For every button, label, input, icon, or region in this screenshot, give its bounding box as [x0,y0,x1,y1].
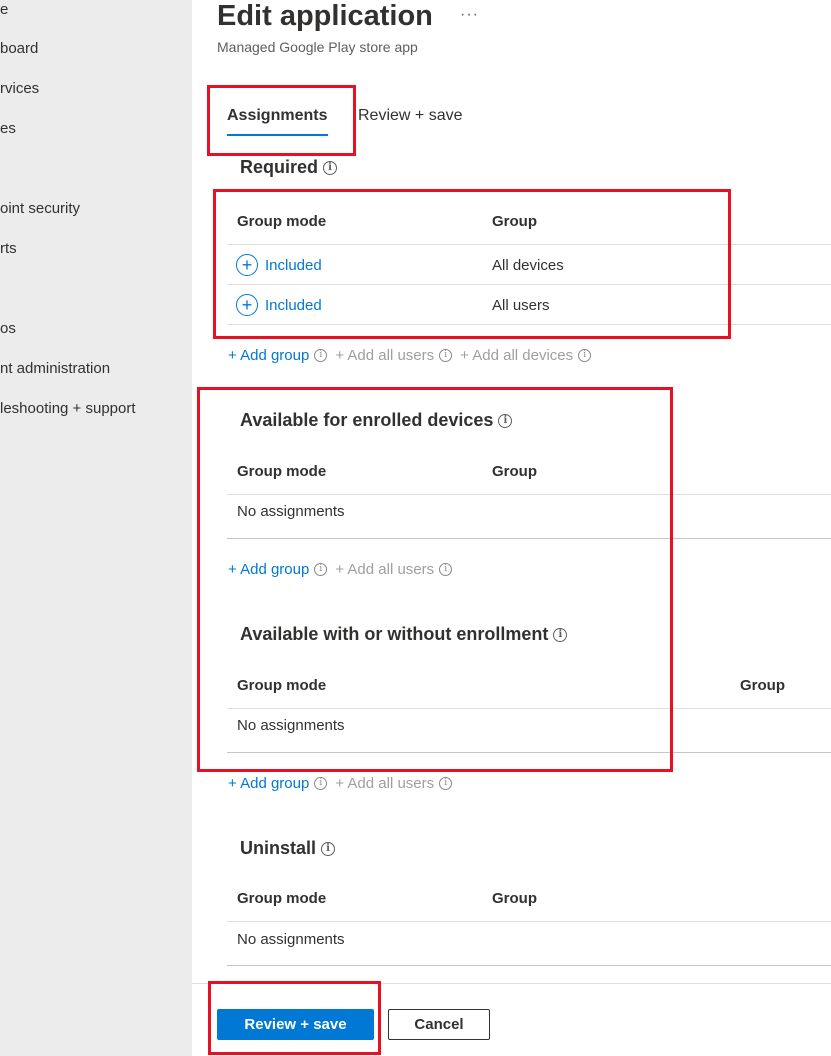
sidebar-item-label: rts [0,240,17,257]
info-icon[interactable]: i [314,349,328,362]
review-save-button[interactable]: Review + save [217,1009,374,1040]
footer-divider [192,983,831,984]
sidebar-item-label: leshooting + support [0,400,136,417]
divider [227,324,831,325]
info-icon[interactable]: i [498,413,513,428]
divider [227,284,831,285]
column-header-group: Group [740,677,785,694]
section-title-uninstall: Uninstall i [240,838,336,859]
sidebar-item-apps[interactable]: os [0,320,16,337]
page-subtitle: Managed Google Play store app [217,39,418,55]
sidebar: e board rvices es oint security rts os n… [0,0,192,1056]
sidebar-item-troubleshooting-support[interactable]: leshooting + support [0,400,136,417]
info-icon[interactable]: i [439,563,453,576]
info-icon[interactable]: i [321,841,336,856]
sidebar-item-devices[interactable]: es [0,120,16,137]
plus-circle-icon: + [236,254,258,276]
tab-assignments[interactable]: Assignments [227,107,327,125]
info-icon[interactable]: i [578,349,592,362]
section-title-text: Available for enrolled devices [240,410,494,430]
info-icon[interactable]: i [314,563,328,576]
info-icon[interactable]: i [439,349,453,362]
section-title-available-any: Available with or without enrollment i [240,624,568,645]
more-options-icon[interactable]: ··· [460,6,479,24]
divider [227,244,831,245]
section-title-text: Required [240,157,319,177]
required-actions: + Add group i + Add all users i + Add al… [228,347,599,364]
sidebar-item-label: rvices [0,80,40,97]
add-all-devices-link[interactable]: + Add all devices [460,347,573,364]
divider [227,538,831,539]
column-header-group-mode: Group mode [237,463,327,480]
section-title-text: Uninstall [240,838,317,858]
empty-state: No assignments [237,931,345,948]
section-title-available-enrolled: Available for enrolled devices i [240,410,513,431]
sidebar-item-all-services[interactable]: rvices [0,80,39,97]
add-group-link[interactable]: + Add group [228,347,309,364]
section-title-required: Required i [240,157,338,178]
add-group-link[interactable]: + Add group [228,775,309,792]
divider [227,752,831,753]
group-mode-included-link[interactable]: + Included [236,254,322,276]
column-header-group-mode: Group mode [237,890,327,907]
cancel-button[interactable]: Cancel [388,1009,490,1040]
column-header-group: Group [492,213,537,230]
divider [227,921,831,922]
plus-circle-icon: + [236,294,258,316]
divider [227,965,831,966]
available-enrolled-actions: + Add group i + Add all users i [228,561,460,578]
sidebar-item-home[interactable]: e [0,1,8,18]
info-icon[interactable]: i [439,777,453,790]
group-value: All users [492,297,550,314]
sidebar-item-label: board [0,40,39,57]
main-content: Edit application ··· Managed Google Play… [192,0,831,1056]
group-mode-value: Included [265,296,322,314]
sidebar-item-label: os [0,320,16,337]
column-header-group-mode: Group mode [237,677,327,694]
sidebar-item-label: oint security [0,200,81,217]
add-all-users-link[interactable]: + Add all users [335,347,434,364]
sidebar-item-label: nt administration [0,360,111,377]
divider [227,494,831,495]
section-title-text: Available with or without enrollment [240,624,549,644]
sidebar-item-endpoint-security[interactable]: oint security [0,200,80,217]
column-header-group: Group [492,890,537,907]
group-mode-included-link[interactable]: + Included [236,294,322,316]
column-header-group: Group [492,463,537,480]
sidebar-item-label: e [0,1,9,18]
info-icon[interactable]: i [553,627,568,642]
group-mode-value: Included [265,256,322,274]
sidebar-item-reports[interactable]: rts [0,240,17,257]
group-value: All devices [492,257,564,274]
available-any-actions: + Add group i + Add all users i [228,775,460,792]
info-icon[interactable]: i [314,777,328,790]
tab-review-save[interactable]: Review + save [358,107,463,125]
app-window: e board rvices es oint security rts os n… [0,0,831,1056]
sidebar-item-dashboard[interactable]: board [0,40,38,57]
add-all-users-link[interactable]: + Add all users [335,775,434,792]
active-tab-indicator [227,134,328,136]
empty-state: No assignments [237,503,345,520]
divider [227,708,831,709]
page-title: Edit application [217,0,433,32]
sidebar-item-tenant-administration[interactable]: nt administration [0,360,110,377]
empty-state: No assignments [237,717,345,734]
column-header-group-mode: Group mode [237,213,327,230]
info-icon[interactable]: i [323,160,338,175]
sidebar-item-label: es [0,120,16,137]
add-all-users-link[interactable]: + Add all users [335,561,434,578]
add-group-link[interactable]: + Add group [228,561,309,578]
